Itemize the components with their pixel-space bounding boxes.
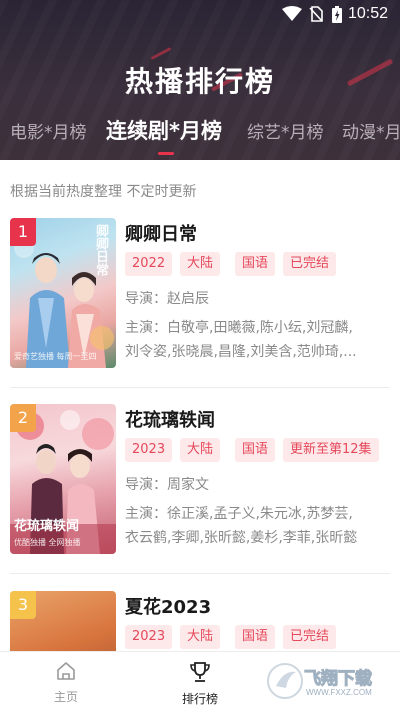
poster-caption: 爱奇艺独播 每周一至四 [14,352,97,361]
rank-badge: 2 [10,404,36,432]
cast-line: 主演：徐正溪,孟子义,朱元冰,苏梦芸, [125,506,353,522]
list-item[interactable]: 3 夏花2023 2023 大陆 国语 已完结 [0,591,400,651]
poster-logo-text: 卿卿日常 [93,224,108,276]
home-icon [57,662,75,680]
poster-caption: 优酷独播 全网独播 [14,538,81,547]
nav-ranking[interactable]: 排行榜 [170,660,230,707]
status-bar: 10:52 [0,0,400,30]
no-sim-icon [309,6,323,22]
tag-status: 已完结 [283,252,337,276]
tag-status: 更新至第12集 [283,438,379,462]
director-text: 导演：周家文 [125,477,209,493]
decor-stroke [150,47,172,60]
cast-line: 衣云鹤,李卿,张昕懿,姜杉,李菲,张昕懿 [125,530,358,546]
wifi-icon [282,6,302,21]
item-title[interactable]: 卿卿日常 [125,220,197,246]
tag-status: 已完结 [283,625,337,649]
tag-year: 2023 [125,438,173,462]
tag-language: 国语 [235,625,276,649]
cast-text: 主演：徐正溪,孟子义,朱元冰,苏梦芸, 衣云鹤,李卿,张昕懿,姜杉,李菲,张昕懿 [125,502,387,550]
tag-region: 大陆 [180,625,221,649]
poster-logo-text: 花琉璃轶闻 [14,519,80,534]
rank-badge: 3 [10,591,36,619]
page-title: 热播排行榜 [124,65,275,98]
tag-region: 大陆 [180,438,221,462]
update-notice: 根据当前热度整理 不定时更新 [10,184,197,200]
list-item[interactable]: 卿卿日常 爱奇艺独播 每周一至四 1 卿卿日常 2022 大陆 国语 已完结 导… [0,218,400,398]
battery-icon [332,6,342,23]
status-time: 10:52 [347,5,388,22]
tag-year: 2023 [125,625,173,649]
watermark-text: 飞翔下载 [304,669,373,690]
nav-home[interactable]: 主页 [36,660,96,705]
cast-line: 主演：白敬亭,田曦薇,陈小纭,刘冠麟, [125,320,353,336]
list-item[interactable]: 花琉璃轶闻 优酷独播 全网独播 2 花琉璃轶闻 2023 大陆 国语 更新至第1… [0,404,400,584]
tag-language: 国语 [235,252,276,276]
tag-year: 2022 [125,252,173,276]
poster-image[interactable]: 花琉璃轶闻 优酷独播 全网独播 2 [10,404,116,554]
tag-language: 国语 [235,438,276,462]
tab-movie[interactable]: 电影*月榜 [10,118,87,143]
poster-image[interactable]: 卿卿日常 爱奇艺独播 每周一至四 1 [10,218,116,368]
item-title[interactable]: 花琉璃轶闻 [125,406,215,432]
category-tabs: 电影*月榜 连续剧*月榜 综艺*月榜 动漫*月榜 [0,118,400,160]
item-title[interactable]: 夏花2023 [125,593,211,619]
trophy-icon [190,662,210,682]
director-text: 导演：赵启辰 [125,291,209,307]
divider [10,387,390,388]
tab-series[interactable]: 连续剧*月榜 [106,115,222,145]
bottom-nav: 主页 排行榜 飞翔下载 WWW.FXXZ.COM [0,651,400,711]
watermark: 飞翔下载 WWW.FXXZ.COM [267,662,390,700]
cast-line: 刘令姿,张晓晨,昌隆,刘美含,范帅琦,... [125,344,357,360]
tab-anime[interactable]: 动漫*月榜 [342,118,400,143]
tab-variety[interactable]: 综艺*月榜 [247,118,324,143]
watermark-logo-icon [267,663,303,699]
nav-home-label: 主页 [53,690,78,704]
cast-text: 主演：白敬亭,田曦薇,陈小纭,刘冠麟, 刘令姿,张晓晨,昌隆,刘美含,范帅琦,.… [125,316,387,364]
divider [10,573,390,574]
nav-ranking-label: 排行榜 [181,692,218,706]
watermark-url: WWW.FXXZ.COM [306,688,372,697]
rank-badge: 1 [10,218,36,246]
active-tab-indicator [158,152,174,155]
tag-region: 大陆 [180,252,221,276]
header: 10:52 热播排行榜 电影*月榜 连续剧*月榜 综艺*月榜 动漫*月榜 [0,0,400,160]
poster-image[interactable]: 3 [10,591,116,651]
